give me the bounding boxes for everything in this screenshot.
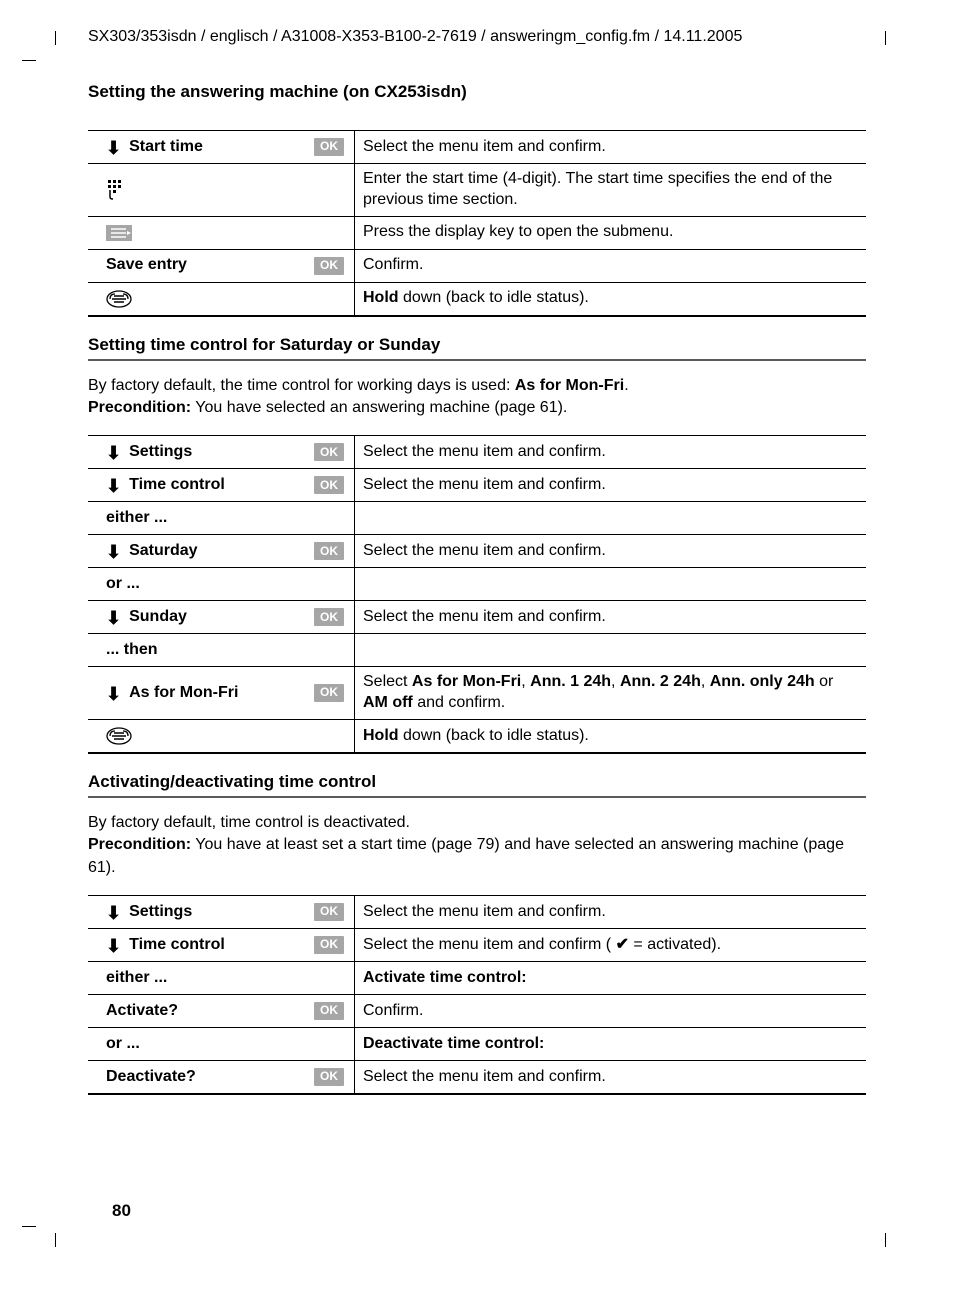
ok-badge: OK xyxy=(314,608,344,626)
step-label: or ... xyxy=(106,574,344,595)
step-label: Activate? xyxy=(106,1001,306,1022)
table-row: ⬇ Settings OK Select the menu item and conf… xyxy=(88,896,866,929)
table-row: ⬇ As for Mon-Fri OK Select As for Mon-Fri, … xyxy=(88,667,866,720)
procedure-table-1: ⬇ Start time OK Select the menu item and co… xyxy=(88,130,866,317)
step-label: As for Mon-Fri xyxy=(129,683,306,704)
procedure-table-3: ⬇ Settings OK Select the menu item and conf… xyxy=(88,895,866,1095)
table-row: or ... xyxy=(88,568,866,601)
procedure-table-2: ⬇ Settings OK Select the menu item and conf… xyxy=(88,435,866,754)
table-row: Hold down (back to idle status). xyxy=(88,282,866,316)
step-description: Select the menu item and confirm. xyxy=(355,1061,867,1095)
table-row: ⬇ Start time OK Select the menu item and co… xyxy=(88,131,866,164)
step-label: either ... xyxy=(106,508,344,529)
paragraph: By factory default, the time control for… xyxy=(88,375,866,420)
step-label: Start time xyxy=(129,137,306,158)
step-description: Confirm. xyxy=(355,995,867,1028)
ok-badge: OK xyxy=(314,684,344,702)
crop-mark xyxy=(55,31,56,45)
table-row: Save entry OK Confirm. xyxy=(88,249,866,282)
step-description: Hold down (back to idle status). xyxy=(355,282,867,316)
crop-mark xyxy=(885,1233,886,1247)
step-description: Activate time control: xyxy=(355,962,867,995)
step-label: Settings xyxy=(129,442,306,463)
step-description: Select the menu item and confirm. xyxy=(355,131,867,164)
table-row: either ... Activate time control: xyxy=(88,962,866,995)
crop-mark xyxy=(22,1226,36,1227)
table-row: Enter the start time (4-digit). The star… xyxy=(88,164,866,217)
step-label: Time control xyxy=(129,475,306,496)
step-label: either ... xyxy=(106,968,344,989)
down-arrow-icon: ⬇ xyxy=(106,139,121,157)
down-arrow-icon: ⬇ xyxy=(106,685,121,703)
table-row: ⬇ Time control OK Select the menu item and … xyxy=(88,929,866,962)
step-description: Select the menu item and confirm ( ✔ = a… xyxy=(355,929,867,962)
down-arrow-icon: ⬇ xyxy=(106,444,121,462)
ok-badge: OK xyxy=(314,443,344,461)
step-label: or ... xyxy=(106,1034,344,1055)
crop-mark xyxy=(55,1233,56,1247)
rule xyxy=(88,359,866,361)
ok-badge: OK xyxy=(314,542,344,560)
table-row: ⬇ Saturday OK Select the menu item and conf… xyxy=(88,535,866,568)
step-description: Confirm. xyxy=(355,249,867,282)
step-description xyxy=(355,634,867,667)
step-description: Enter the start time (4-digit). The star… xyxy=(355,164,867,217)
page-number: 80 xyxy=(112,1201,131,1221)
ok-badge: OK xyxy=(314,257,344,275)
step-description xyxy=(355,502,867,535)
step-label: Saturday xyxy=(129,541,306,562)
table-row: either ... xyxy=(88,502,866,535)
step-description xyxy=(355,568,867,601)
step-description: Select the menu item and confirm. xyxy=(355,601,867,634)
crop-mark xyxy=(22,60,36,61)
step-description: Select the menu item and confirm. xyxy=(355,469,867,502)
step-description: Select As for Mon-Fri, Ann. 1 24h, Ann. … xyxy=(355,667,867,720)
step-description: Select the menu item and confirm. xyxy=(355,535,867,568)
step-label: ... then xyxy=(106,640,344,661)
keypad-icon xyxy=(106,179,128,201)
down-arrow-icon: ⬇ xyxy=(106,609,121,627)
step-description: Select the menu item and confirm. xyxy=(355,436,867,469)
step-description: Deactivate time control: xyxy=(355,1028,867,1061)
down-arrow-icon: ⬇ xyxy=(106,937,121,955)
table-row: ... then xyxy=(88,634,866,667)
step-label: Settings xyxy=(129,902,306,923)
rule xyxy=(88,796,866,798)
down-arrow-icon: ⬇ xyxy=(106,543,121,561)
ok-badge: OK xyxy=(314,1002,344,1020)
ok-badge: OK xyxy=(314,903,344,921)
step-description: Hold down (back to idle status). xyxy=(355,719,867,753)
document-header: SX303/353isdn / englisch / A31008-X353-B… xyxy=(88,28,866,46)
paragraph: By factory default, time control is deac… xyxy=(88,812,866,879)
step-label: Time control xyxy=(129,935,306,956)
table-row: Deactivate? OK Select the menu item and co… xyxy=(88,1061,866,1095)
ok-badge: OK xyxy=(314,1068,344,1086)
table-row: Press the display key to open the submen… xyxy=(88,216,866,249)
ok-badge: OK xyxy=(314,476,344,494)
down-arrow-icon: ⬇ xyxy=(106,904,121,922)
step-description: Select the menu item and confirm. xyxy=(355,896,867,929)
table-row: ⬇ Settings OK Select the menu item and conf… xyxy=(88,436,866,469)
table-row: ⬇ Time control OK Select the menu item and … xyxy=(88,469,866,502)
submenu-icon xyxy=(106,225,132,241)
step-description: Press the display key to open the submen… xyxy=(355,216,867,249)
step-label: Save entry xyxy=(106,255,306,276)
table-row: or ... Deactivate time control: xyxy=(88,1028,866,1061)
hangup-icon xyxy=(106,290,132,308)
ok-badge: OK xyxy=(314,138,344,156)
subsection-title: Activating/deactivating time control xyxy=(88,772,866,792)
table-row: ⬇ Sunday OK Select the menu item and confir… xyxy=(88,601,866,634)
crop-mark xyxy=(885,31,886,45)
hangup-icon xyxy=(106,727,132,745)
page-title: Setting the answering machine (on CX253i… xyxy=(88,82,866,102)
step-label: Deactivate? xyxy=(106,1067,306,1088)
subsection-title: Setting time control for Saturday or Sun… xyxy=(88,335,866,355)
down-arrow-icon: ⬇ xyxy=(106,477,121,495)
table-row: Activate? OK Confirm. xyxy=(88,995,866,1028)
ok-badge: OK xyxy=(314,936,344,954)
table-row: Hold down (back to idle status). xyxy=(88,719,866,753)
step-label: Sunday xyxy=(129,607,306,628)
